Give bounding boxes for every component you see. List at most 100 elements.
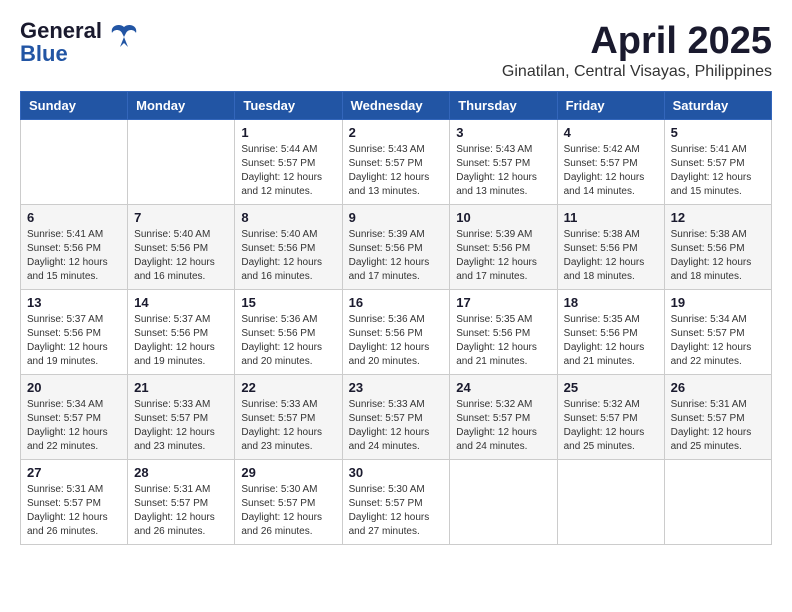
day-info: Sunrise: 5:31 AM Sunset: 5:57 PM Dayligh… [27,483,121,539]
calendar-cell: 3Sunrise: 5:43 AM Sunset: 5:57 PM Daylig… [450,120,557,205]
weekday-header: Monday [128,92,235,120]
calendar-cell: 9 Sunrise: 5:39 AM Sunset: 5:56 PM Daylig… [342,205,450,290]
day-number: 11 [564,210,658,225]
day-info: Sunrise: 5:34 AM Sunset: 5:57 PM Dayligh… [671,313,765,369]
weekday-header: Sunday [21,92,128,120]
day-number: 7 [134,210,228,225]
weekday-header: Thursday [450,92,557,120]
day-info: Sunrise: 5:30 AM Sunset: 5:57 PM Dayligh… [241,483,335,539]
day-number: 12 [671,210,765,225]
day-info: Sunrise: 5:35 AM Sunset: 5:56 PM Dayligh… [456,313,550,369]
logo-general-text: General [20,18,102,43]
day-info: Sunrise: 5:34 AM Sunset: 5:57 PM Dayligh… [27,398,121,454]
day-number: 27 [27,465,121,480]
day-number: 2 [349,125,444,140]
calendar-cell: 8 Sunrise: 5:40 AM Sunset: 5:56 PM Daylig… [235,205,342,290]
day-number: 24 [456,380,550,395]
day-info: Sunrise: 5:36 AM Sunset: 5:56 PM Dayligh… [349,313,444,369]
calendar-table: SundayMondayTuesdayWednesdayThursdayFrid… [20,91,772,545]
day-info: Sunrise: 5:44 AM Sunset: 5:57 PM Dayligh… [241,143,335,199]
day-info: Sunrise: 5:38 AM Sunset: 5:56 PM Dayligh… [564,228,658,284]
day-info: Sunrise: 5:40 AM Sunset: 5:56 PM Dayligh… [241,228,335,284]
calendar-cell [21,120,128,205]
month-title: April 2025 [502,20,772,63]
calendar-cell: 5Sunrise: 5:41 AM Sunset: 5:57 PM Daylig… [664,120,771,205]
day-info: Sunrise: 5:35 AM Sunset: 5:56 PM Dayligh… [564,313,658,369]
day-info: Sunrise: 5:40 AM Sunset: 5:56 PM Dayligh… [134,228,228,284]
day-info: Sunrise: 5:43 AM Sunset: 5:57 PM Dayligh… [349,143,444,199]
day-number: 13 [27,295,121,310]
day-number: 26 [671,380,765,395]
day-number: 19 [671,295,765,310]
day-info: Sunrise: 5:33 AM Sunset: 5:57 PM Dayligh… [134,398,228,454]
calendar-cell: 1 Sunrise: 5:44 AM Sunset: 5:57 PM Daylig… [235,120,342,205]
calendar-cell: 13 Sunrise: 5:37 AM Sunset: 5:56 PM Dayli… [21,290,128,375]
calendar-cell [557,460,664,545]
calendar-cell: 28 Sunrise: 5:31 AM Sunset: 5:57 PM Dayli… [128,460,235,545]
logo-blue-text: Blue [20,41,68,66]
weekday-header: Saturday [664,92,771,120]
calendar-cell: 15 Sunrise: 5:36 AM Sunset: 5:56 PM Dayli… [235,290,342,375]
calendar-cell: 16 Sunrise: 5:36 AM Sunset: 5:56 PM Dayli… [342,290,450,375]
weekday-header: Tuesday [235,92,342,120]
day-info: Sunrise: 5:36 AM Sunset: 5:56 PM Dayligh… [241,313,335,369]
day-info: Sunrise: 5:42 AM Sunset: 5:57 PM Dayligh… [564,143,658,199]
day-number: 10 [456,210,550,225]
calendar-cell: 26 Sunrise: 5:31 AM Sunset: 5:57 PM Dayli… [664,375,771,460]
calendar-cell: 10 Sunrise: 5:39 AM Sunset: 5:56 PM Dayli… [450,205,557,290]
day-number: 8 [241,210,335,225]
weekday-header: Wednesday [342,92,450,120]
calendar-cell: 17 Sunrise: 5:35 AM Sunset: 5:56 PM Dayli… [450,290,557,375]
day-info: Sunrise: 5:41 AM Sunset: 5:56 PM Dayligh… [27,228,121,284]
calendar-cell: 14 Sunrise: 5:37 AM Sunset: 5:56 PM Dayli… [128,290,235,375]
day-info: Sunrise: 5:32 AM Sunset: 5:57 PM Dayligh… [456,398,550,454]
day-info: Sunrise: 5:37 AM Sunset: 5:56 PM Dayligh… [134,313,228,369]
day-info: Sunrise: 5:31 AM Sunset: 5:57 PM Dayligh… [134,483,228,539]
day-number: 17 [456,295,550,310]
calendar-week-row: 1 Sunrise: 5:44 AM Sunset: 5:57 PM Daylig… [21,120,772,205]
calendar-cell: 22Sunrise: 5:33 AM Sunset: 5:57 PM Dayli… [235,375,342,460]
calendar-week-row: 6 Sunrise: 5:41 AM Sunset: 5:56 PM Daylig… [21,205,772,290]
day-info: Sunrise: 5:31 AM Sunset: 5:57 PM Dayligh… [671,398,765,454]
calendar-cell: 20 Sunrise: 5:34 AM Sunset: 5:57 PM Dayli… [21,375,128,460]
calendar-cell: 6 Sunrise: 5:41 AM Sunset: 5:56 PM Daylig… [21,205,128,290]
day-number: 15 [241,295,335,310]
calendar-cell: 21 Sunrise: 5:33 AM Sunset: 5:57 PM Dayli… [128,375,235,460]
day-info: Sunrise: 5:39 AM Sunset: 5:56 PM Dayligh… [456,228,550,284]
calendar-cell: 11 Sunrise: 5:38 AM Sunset: 5:56 PM Dayli… [557,205,664,290]
day-info: Sunrise: 5:38 AM Sunset: 5:56 PM Dayligh… [671,228,765,284]
day-info: Sunrise: 5:32 AM Sunset: 5:57 PM Dayligh… [564,398,658,454]
calendar-cell: 24 Sunrise: 5:32 AM Sunset: 5:57 PM Dayli… [450,375,557,460]
calendar-header-row: SundayMondayTuesdayWednesdayThursdayFrid… [21,92,772,120]
day-info: Sunrise: 5:39 AM Sunset: 5:56 PM Dayligh… [349,228,444,284]
day-info: Sunrise: 5:37 AM Sunset: 5:56 PM Dayligh… [27,313,121,369]
day-info: Sunrise: 5:33 AM Sunset: 5:57 PM Dayligh… [241,398,335,454]
calendar-cell: 23Sunrise: 5:33 AM Sunset: 5:57 PM Dayli… [342,375,450,460]
day-number: 21 [134,380,228,395]
calendar-cell: 25Sunrise: 5:32 AM Sunset: 5:57 PM Dayli… [557,375,664,460]
day-number: 16 [349,295,444,310]
calendar-cell [128,120,235,205]
day-number: 9 [349,210,444,225]
calendar-cell: 18 Sunrise: 5:35 AM Sunset: 5:56 PM Dayli… [557,290,664,375]
day-number: 4 [564,125,658,140]
calendar-cell: 19 Sunrise: 5:34 AM Sunset: 5:57 PM Dayli… [664,290,771,375]
calendar-cell [450,460,557,545]
logo-bird-icon [106,19,142,55]
day-number: 18 [564,295,658,310]
calendar-cell [664,460,771,545]
day-number: 28 [134,465,228,480]
calendar-cell: 12 Sunrise: 5:38 AM Sunset: 5:56 PM Dayli… [664,205,771,290]
calendar-cell: 2 Sunrise: 5:43 AM Sunset: 5:57 PM Daylig… [342,120,450,205]
day-info: Sunrise: 5:33 AM Sunset: 5:57 PM Dayligh… [349,398,444,454]
day-number: 6 [27,210,121,225]
calendar-week-row: 27 Sunrise: 5:31 AM Sunset: 5:57 PM Dayli… [21,460,772,545]
day-number: 1 [241,125,335,140]
weekday-header: Friday [557,92,664,120]
day-number: 14 [134,295,228,310]
day-number: 29 [241,465,335,480]
day-number: 30 [349,465,444,480]
location-title: Ginatilan, Central Visayas, Philippines [502,63,772,81]
day-number: 20 [27,380,121,395]
calendar-cell: 4 Sunrise: 5:42 AM Sunset: 5:57 PM Daylig… [557,120,664,205]
